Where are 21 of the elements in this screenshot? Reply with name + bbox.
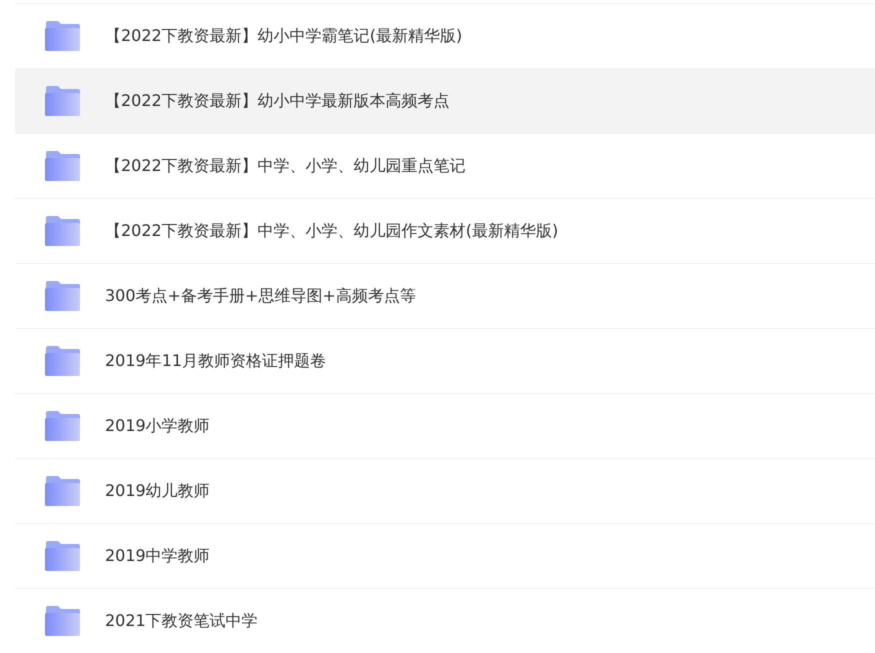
folder-name: 【2022下教资最新】中学、小学、幼儿园重点笔记 [105, 156, 466, 176]
folder-icon [45, 541, 80, 571]
folder-icon [45, 21, 80, 51]
folder-icon [45, 476, 80, 506]
folder-name: 2019中学教师 [105, 546, 210, 566]
folder-icon [45, 346, 80, 376]
folder-name: 2019年11月教师资格证押题卷 [105, 350, 326, 372]
folder-name: 2019幼儿教师 [105, 480, 210, 502]
folder-icon [45, 86, 80, 116]
folder-name: 2021下教资笔试中学 [105, 610, 258, 632]
folder-icon [45, 216, 80, 246]
folder-row[interactable]: 【2022下教资最新】幼小中学最新版本高频考点 [15, 68, 875, 133]
folder-icon [45, 411, 80, 441]
folder-name: 300考点+备考手册+思维导图+高频考点等 [105, 286, 416, 306]
folder-icon [45, 281, 80, 311]
folder-icon [45, 151, 80, 181]
folder-name: 【2022下教资最新】中学、小学、幼儿园作文素材(最新精华版) [105, 220, 558, 242]
folder-name: 【2022下教资最新】幼小中学霸笔记(最新精华版) [105, 26, 462, 46]
folder-icon [45, 606, 80, 636]
folder-name: 2019小学教师 [105, 416, 210, 436]
folder-name: 【2022下教资最新】幼小中学最新版本高频考点 [105, 90, 450, 112]
